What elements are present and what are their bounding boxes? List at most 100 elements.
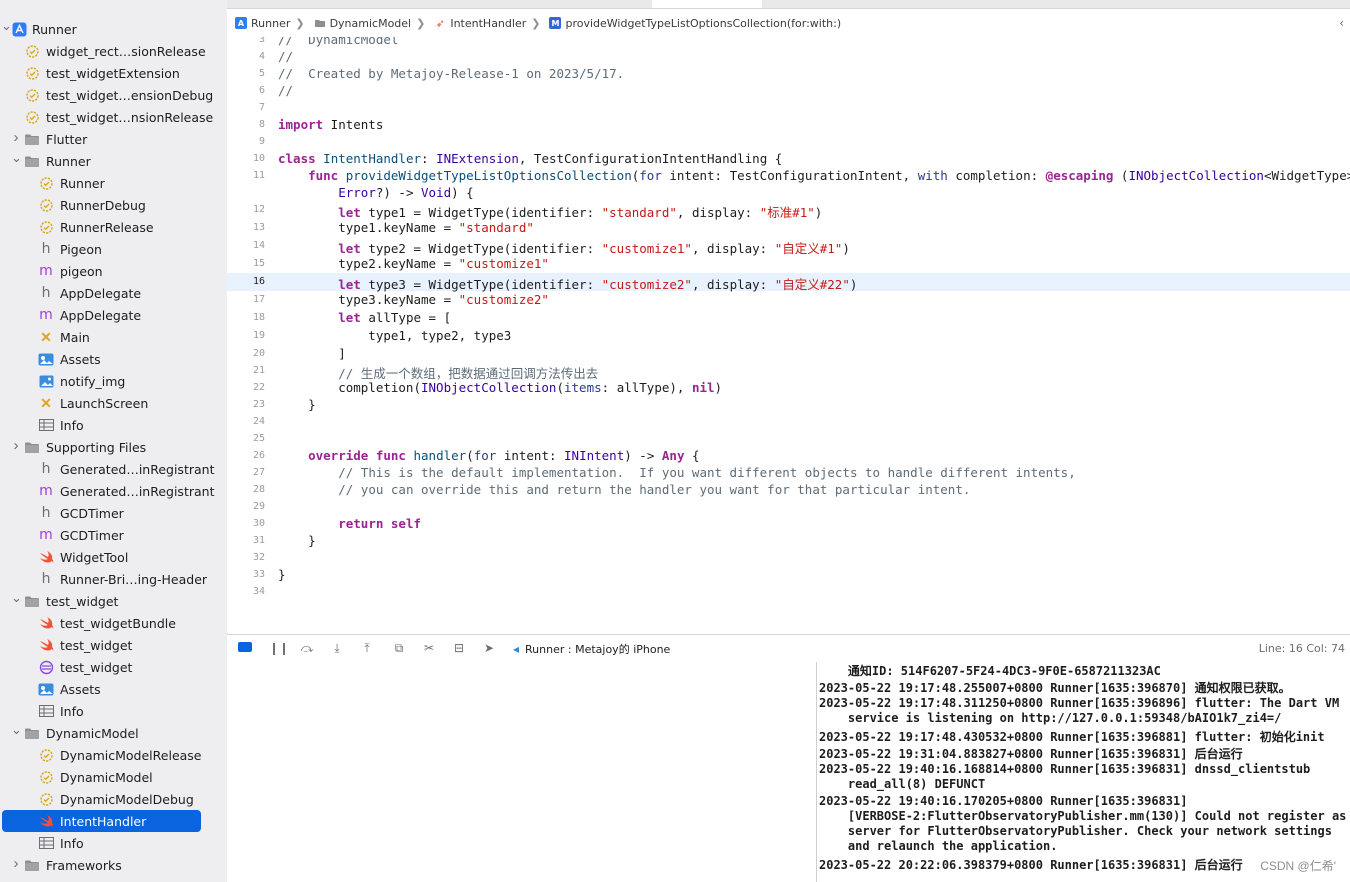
sidebar-item[interactable]: widget_rect…sionRelease [0,40,227,62]
step-over-icon[interactable]: ⤼ [299,641,315,655]
plist-table-icon [38,835,54,851]
sidebar-item[interactable]: ⌄ test_widget [0,590,227,612]
code-line[interactable]: // you can override this and return the … [278,482,970,497]
memory-graph-icon[interactable]: ✂ [421,641,437,655]
step-out-icon[interactable]: ⤒ [359,641,375,655]
code-line[interactable]: type1.keyName = "standard" [278,220,534,235]
code-line[interactable]: return self [278,516,421,531]
sidebar-item[interactable]: ✕ LaunchScreen [0,392,227,414]
code-line[interactable]: // [278,49,293,64]
line-number: 12 [252,204,265,215]
code-line[interactable]: } [278,567,286,582]
sidebar-item[interactable]: Runner [0,172,227,194]
sidebar-item[interactable]: h Generated…inRegistrant [0,458,227,480]
sidebar-item[interactable]: Info [0,414,227,436]
debug-scheme-selector[interactable]: ◂ Runner : Metajoy的 iPhone [513,641,670,657]
code-line[interactable]: func provideWidgetTypeListOptionsCollect… [278,168,1350,183]
chevron-down-icon[interactable]: ⌄ [1,18,12,34]
sidebar-item[interactable]: WidgetTool [0,546,227,568]
line-number: 20 [252,348,265,359]
code-line[interactable]: // Created by Metajoy-Release-1 on 2023/… [278,66,624,81]
sidebar-item[interactable]: test_widgetExtension [0,62,227,84]
sidebar-item[interactable]: ⌄ Runner [0,18,227,40]
plist-table-icon [38,417,54,433]
code-line[interactable]: Error?) -> Void) { [278,185,473,200]
code-line[interactable]: ] [278,346,346,361]
code-line[interactable]: type1, type2, type3 [278,328,511,343]
jumpbar-crumb-group[interactable]: DynamicModel [314,17,411,30]
code-line[interactable]: let allType = [ [278,310,451,325]
sidebar-item[interactable]: h Pigeon [0,238,227,260]
pause-icon[interactable]: ❙❙ [269,641,289,655]
jumpbar-crumb-symbol[interactable]: M provideWidgetTypeListOptionsCollection… [549,17,841,30]
sidebar-item[interactable]: h GCDTimer [0,502,227,524]
chevron-right-icon[interactable]: › [11,437,21,454]
sidebar-item[interactable]: RunnerDebug [0,194,227,216]
code-line[interactable]: // DynamicModel [278,37,398,47]
code-line[interactable]: // [278,83,293,98]
code-line[interactable]: completion(INObjectCollection(items: all… [278,380,722,395]
toggle-debug-area-icon[interactable] [237,641,253,655]
chevron-left-icon[interactable]: ‹ [1339,16,1344,30]
xcconfig-gear-icon [24,87,40,103]
active-tab[interactable] [652,0,762,8]
sidebar-item[interactable]: Info [0,700,227,722]
sidebar-item[interactable]: test_widget [0,656,227,678]
sidebar-item[interactable]: ⌄ DynamicModel [0,722,227,744]
sidebar-item[interactable]: m GCDTimer [0,524,227,546]
code-line[interactable]: import Intents [278,117,383,132]
jumpbar-crumb-project[interactable]: A Runner [235,17,290,30]
code-line[interactable]: let type1 = WidgetType(identifier: "stan… [278,202,822,221]
code-line[interactable]: } [278,533,316,548]
sidebar-item[interactable]: DynamicModel [0,766,227,788]
sidebar-item[interactable]: m pigeon [0,260,227,282]
sidebar-item[interactable]: ⌄ Runner [0,150,227,172]
sidebar-item[interactable]: Assets [0,348,227,370]
source-editor[interactable]: 3 // DynamicModel 4 // 5 // Created by Metajo… [227,37,1350,633]
code-line[interactable]: type2.keyName = "customize1" [278,256,549,271]
chevron-down-icon[interactable]: ⌄ [11,590,22,606]
sidebar-item[interactable]: Info [0,832,227,854]
sidebar-item[interactable]: ✕ Main [0,326,227,348]
chevron-right-icon[interactable]: › [11,855,21,872]
sidebar-item[interactable]: IntentHandler [0,810,227,832]
sidebar-item[interactable]: m Generated…inRegistrant [0,480,227,502]
chevron-down-icon[interactable]: ⌄ [11,150,22,166]
sidebar-item[interactable]: h Runner-Bri…ing-Header [0,568,227,590]
code-line[interactable]: class IntentHandler: INExtension, TestCo… [278,151,782,166]
sidebar-item[interactable]: Assets [0,678,227,700]
code-line[interactable]: type3.keyName = "customize2" [278,292,549,307]
view-hierarchy-icon[interactable]: ⧉ [391,641,407,655]
line-number: 27 [252,467,265,478]
chevron-right-icon[interactable]: › [11,129,21,146]
sidebar-item[interactable]: test_widget…ensionDebug [0,84,227,106]
environment-overrides-icon[interactable]: ⊟ [451,641,467,655]
sidebar-item-label: DynamicModel [46,726,139,741]
code-line[interactable]: override func handler(for intent: INInte… [278,448,699,463]
jumpbar-crumb-file[interactable]: ➶ IntentHandler [434,17,527,30]
sidebar-item[interactable]: DynamicModelRelease [0,744,227,766]
sidebar-item[interactable]: › Frameworks [0,854,227,876]
code-line[interactable]: let type3 = WidgetType(identifier: "cust… [278,274,857,293]
simulate-location-icon[interactable]: ➤ [481,641,497,655]
step-into-icon[interactable]: ⤓ [329,641,345,655]
header-h-icon: h [41,285,51,301]
chevron-down-icon[interactable]: ⌄ [11,722,22,738]
sidebar-item[interactable]: › Supporting Files [0,436,227,458]
variables-view[interactable] [227,662,817,882]
sidebar-item[interactable]: m AppDelegate [0,304,227,326]
code-line[interactable]: } [278,397,316,412]
sidebar-item[interactable]: › Flutter [0,128,227,150]
code-line[interactable]: let type2 = WidgetType(identifier: "cust… [278,238,850,257]
sidebar-item[interactable]: test_widget…nsionRelease [0,106,227,128]
sidebar-item[interactable]: h AppDelegate [0,282,227,304]
sidebar-item[interactable]: RunnerRelease [0,216,227,238]
console-output[interactable]: 2023-05-22 20:22:06.398379+0800 Runner[1… [817,662,1350,882]
sidebar-item[interactable]: notify_img [0,370,227,392]
image-icon [38,373,54,389]
header-h-icon: h [41,241,51,257]
code-line[interactable]: // This is the default implementation. I… [278,465,1076,480]
sidebar-item[interactable]: test_widget [0,634,227,656]
sidebar-item[interactable]: DynamicModelDebug [0,788,227,810]
sidebar-item[interactable]: test_widgetBundle [0,612,227,634]
